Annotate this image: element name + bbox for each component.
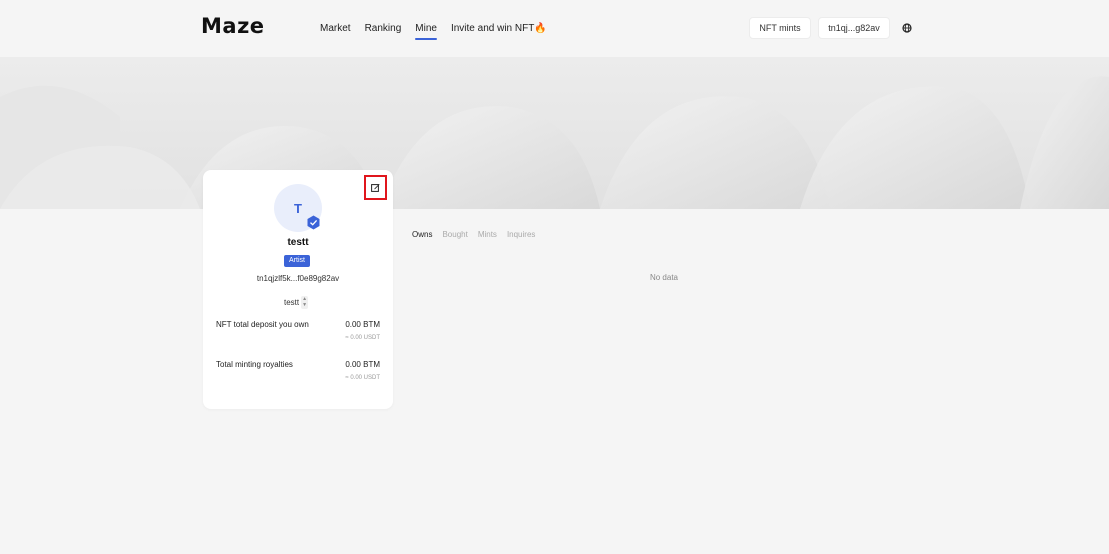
deposit-label: NFT total deposit you own [216,320,309,329]
account-selector[interactable]: testt ▲ ▼ [284,296,309,309]
tab-mints[interactable]: Mints [478,230,497,239]
empty-state: No data [649,273,679,282]
wallet-address[interactable]: tn1qjzlf5k...f0e89g82av [203,274,393,283]
wallet-address-button[interactable]: tn1qj...g82av [818,17,890,39]
maze-logo[interactable]: Maze [201,14,265,38]
tab-inquires[interactable]: Inquires [507,230,535,239]
nav-market[interactable]: Market [320,23,351,34]
stepper-icon[interactable]: ▲ ▼ [301,296,309,309]
nav-mine[interactable]: Mine [415,23,437,40]
account-selector-value: testt [284,298,300,307]
royalties-label: Total minting royalties [216,360,293,369]
fire-icon: 🔥 [534,23,547,34]
royalties-usdt: ≈ 0.00 USDT [345,375,380,381]
nav-ranking[interactable]: Ranking [365,23,402,34]
nft-mints-button[interactable]: NFT mints [749,17,811,39]
artist-badge: Artist [284,255,310,267]
tab-owns[interactable]: Owns [412,230,432,239]
profile-card: T testt Artist tn1qjzlf5k...f0e89g82av t… [203,170,393,409]
profile-banner [0,57,1109,209]
username: testt [287,237,309,248]
globe-icon[interactable] [900,21,914,35]
edit-icon [371,184,380,192]
main-nav: Market Ranking Mine Invite and win NFT🔥 [320,23,547,40]
deposit-value: 0.00 BTM [345,320,380,329]
deposit-usdt: ≈ 0.00 USDT [345,335,380,341]
nav-invite-label: Invite and win NFT [450,23,535,34]
top-header: Maze Market Ranking Mine Invite and win … [0,0,1109,57]
verified-icon [307,215,320,230]
edit-profile-button[interactable] [364,175,387,200]
content-tabs: Owns Bought Mints Inquires [412,230,535,239]
tab-bought[interactable]: Bought [442,230,467,239]
nav-invite[interactable]: Invite and win NFT🔥 [451,23,547,34]
royalties-value: 0.00 BTM [345,360,380,369]
